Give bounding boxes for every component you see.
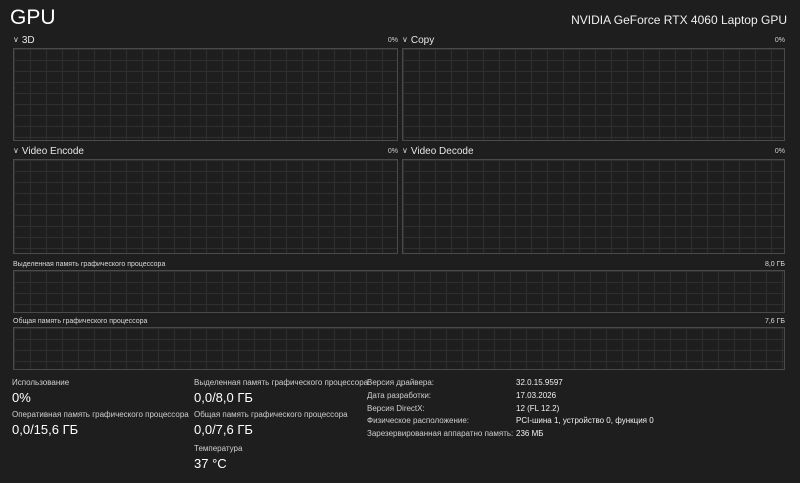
engine-graph-3d [13, 48, 398, 141]
shared-memory-stat-value: 0,0/7,6 ГБ [194, 422, 253, 437]
shared-memory-header: Общая память графического процессора 7,6… [13, 316, 785, 326]
engine-percent: 0% [774, 36, 785, 44]
dedicated-memory-label: Выделенная память графического процессор… [13, 260, 166, 268]
temperature-value: 37 °C [194, 456, 227, 471]
dedicated-memory-max: 8,0 ГБ [764, 260, 785, 268]
physical-location-key: Физическое расположение: [367, 416, 469, 425]
shared-memory-max: 7,6 ГБ [764, 317, 785, 325]
gpu-memory-value: 0,0/15,6 ГБ [12, 422, 79, 437]
temperature-label: Температура [194, 444, 243, 453]
engine-percent: 0% [774, 147, 785, 155]
engine-name: Video Encode [21, 145, 84, 157]
directx-version-value: 12 (FL 12.2) [516, 404, 560, 413]
driver-version-key: Версия драйвера: [367, 378, 435, 387]
engine-name: Copy [410, 34, 435, 46]
chevron-down-icon[interactable]: ∨ [13, 35, 19, 44]
engine-graph-video-encode [13, 159, 398, 254]
dedicated-memory-stat-value: 0,0/8,0 ГБ [194, 390, 253, 405]
dedicated-memory-graph [13, 270, 785, 313]
shared-memory-stat-label: Общая память графического процессора [194, 410, 348, 419]
gpu-model-name: NVIDIA GeForce RTX 4060 Laptop GPU [571, 13, 787, 27]
engine-header-copy[interactable]: ∨ Copy 0% [402, 33, 785, 47]
directx-version-key: Версия DirectX: [367, 404, 425, 413]
shared-memory-graph [13, 327, 785, 370]
gpu-performance-panel: GPU NVIDIA GeForce RTX 4060 Laptop GPU ∨… [0, 0, 800, 483]
driver-date-value: 17.03.2026 [516, 391, 557, 400]
utilization-label: Использование [12, 378, 70, 387]
engine-name: 3D [21, 34, 35, 46]
utilization-value: 0% [12, 390, 31, 405]
engine-header-3d[interactable]: ∨ 3D 0% [13, 33, 398, 47]
chevron-down-icon[interactable]: ∨ [402, 146, 408, 155]
engine-header-video-decode[interactable]: ∨ Video Decode 0% [402, 144, 785, 158]
gpu-memory-label: Оперативная память графического процессо… [12, 410, 189, 419]
chevron-down-icon[interactable]: ∨ [402, 35, 408, 44]
engine-graph-video-decode [402, 159, 785, 254]
reserved-memory-value: 236 МБ [516, 429, 544, 438]
dedicated-memory-stat-label: Выделенная память графического процессор… [194, 378, 369, 387]
driver-version-value: 32.0.15.9597 [516, 378, 563, 387]
page-title: GPU [10, 6, 56, 29]
physical-location-value: PCI-шина 1, устройство 0, функция 0 [516, 416, 654, 425]
engine-percent: 0% [387, 147, 398, 155]
dedicated-memory-header: Выделенная память графического процессор… [13, 259, 785, 269]
engine-percent: 0% [387, 36, 398, 44]
engine-header-video-encode[interactable]: ∨ Video Encode 0% [13, 144, 398, 158]
reserved-memory-key: Зарезервированная аппаратно память: [367, 429, 514, 438]
engine-name: Video Decode [410, 145, 474, 157]
engine-graph-copy [402, 48, 785, 141]
driver-date-key: Дата разработки: [367, 391, 432, 400]
chevron-down-icon[interactable]: ∨ [13, 146, 19, 155]
shared-memory-label: Общая память графического процессора [13, 317, 148, 325]
